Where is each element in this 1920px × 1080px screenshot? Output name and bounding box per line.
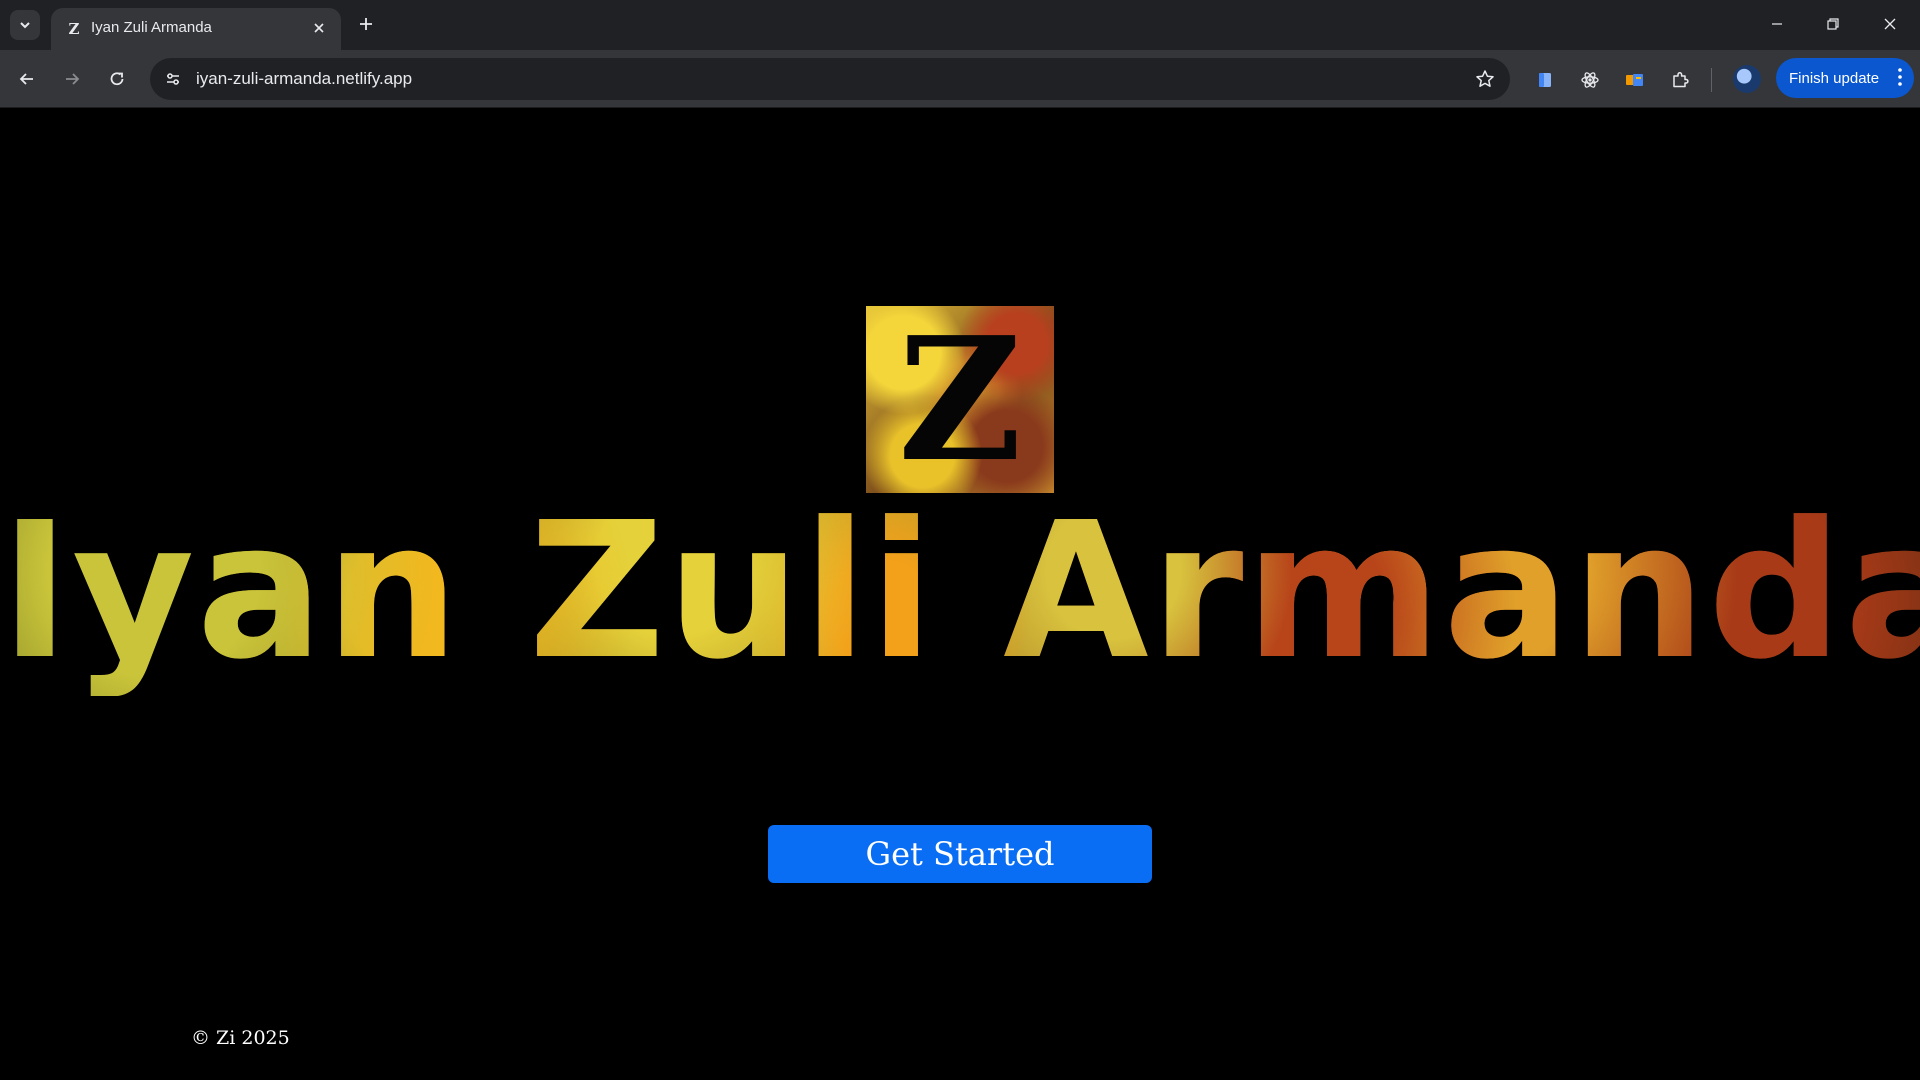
atom-icon xyxy=(1581,72,1599,88)
close-icon xyxy=(1884,18,1896,30)
restore-icon xyxy=(1827,18,1839,30)
extension-button-docs[interactable] xyxy=(1530,65,1560,95)
chevron-down-icon xyxy=(20,22,30,29)
finish-update-button[interactable]: Finish update xyxy=(1776,58,1914,98)
tune-icon xyxy=(167,73,179,85)
get-started-button[interactable]: Get Started xyxy=(768,825,1152,883)
minimize-icon xyxy=(1772,23,1782,25)
finish-update-label: Finish update xyxy=(1789,69,1880,87)
reload-button[interactable] xyxy=(100,62,134,96)
footer-copyright: © Zi 2025 xyxy=(191,1027,290,1049)
extension-button-react[interactable] xyxy=(1575,65,1605,95)
restore-button[interactable] xyxy=(1805,0,1861,48)
back-button[interactable] xyxy=(10,62,44,96)
browser-toolbar: iyan-zuli-armanda.netlify.app Finish upd… xyxy=(0,50,1920,108)
site-info-button[interactable] xyxy=(160,66,186,92)
document-icon xyxy=(1539,73,1551,87)
toolbar-divider xyxy=(1711,68,1712,92)
new-tab-button[interactable] xyxy=(352,10,380,38)
star-icon xyxy=(1476,70,1494,87)
extension-tag-icon xyxy=(1626,74,1643,86)
logo-letter: Z xyxy=(897,306,1023,493)
profile-avatar[interactable] xyxy=(1733,65,1761,93)
bookmark-button[interactable] xyxy=(1472,66,1498,92)
close-tab-button[interactable] xyxy=(309,18,329,38)
tab-strip: Z Iyan Zuli Armanda xyxy=(0,0,1920,50)
forward-button[interactable] xyxy=(55,62,89,96)
tab-search-button[interactable] xyxy=(10,10,40,40)
reload-icon xyxy=(110,72,124,86)
extension-button-colorful[interactable] xyxy=(1620,65,1650,95)
favicon-icon: Z xyxy=(68,20,80,38)
close-window-button[interactable] xyxy=(1862,0,1918,48)
extensions-menu-button[interactable] xyxy=(1665,65,1695,95)
more-vert-icon xyxy=(1898,68,1902,86)
site-logo: Z xyxy=(866,306,1054,493)
url-text[interactable]: iyan-zuli-armanda.netlify.app xyxy=(196,69,412,89)
hero-title: Iyan Zuli Armanda xyxy=(0,482,1920,701)
arrow-left-icon xyxy=(19,73,33,85)
address-bar[interactable]: iyan-zuli-armanda.netlify.app xyxy=(150,58,1510,100)
page-viewport: Z Iyan Zuli Armanda Get Started © Zi 202… xyxy=(0,109,1920,1080)
browser-tab[interactable]: Z Iyan Zuli Armanda xyxy=(51,8,341,50)
close-icon xyxy=(314,23,324,33)
puzzle-icon xyxy=(1673,71,1689,88)
arrow-right-icon xyxy=(66,73,80,85)
minimize-button[interactable] xyxy=(1749,0,1805,48)
plus-icon xyxy=(360,18,372,30)
tab-title: Iyan Zuli Armanda xyxy=(91,19,212,36)
